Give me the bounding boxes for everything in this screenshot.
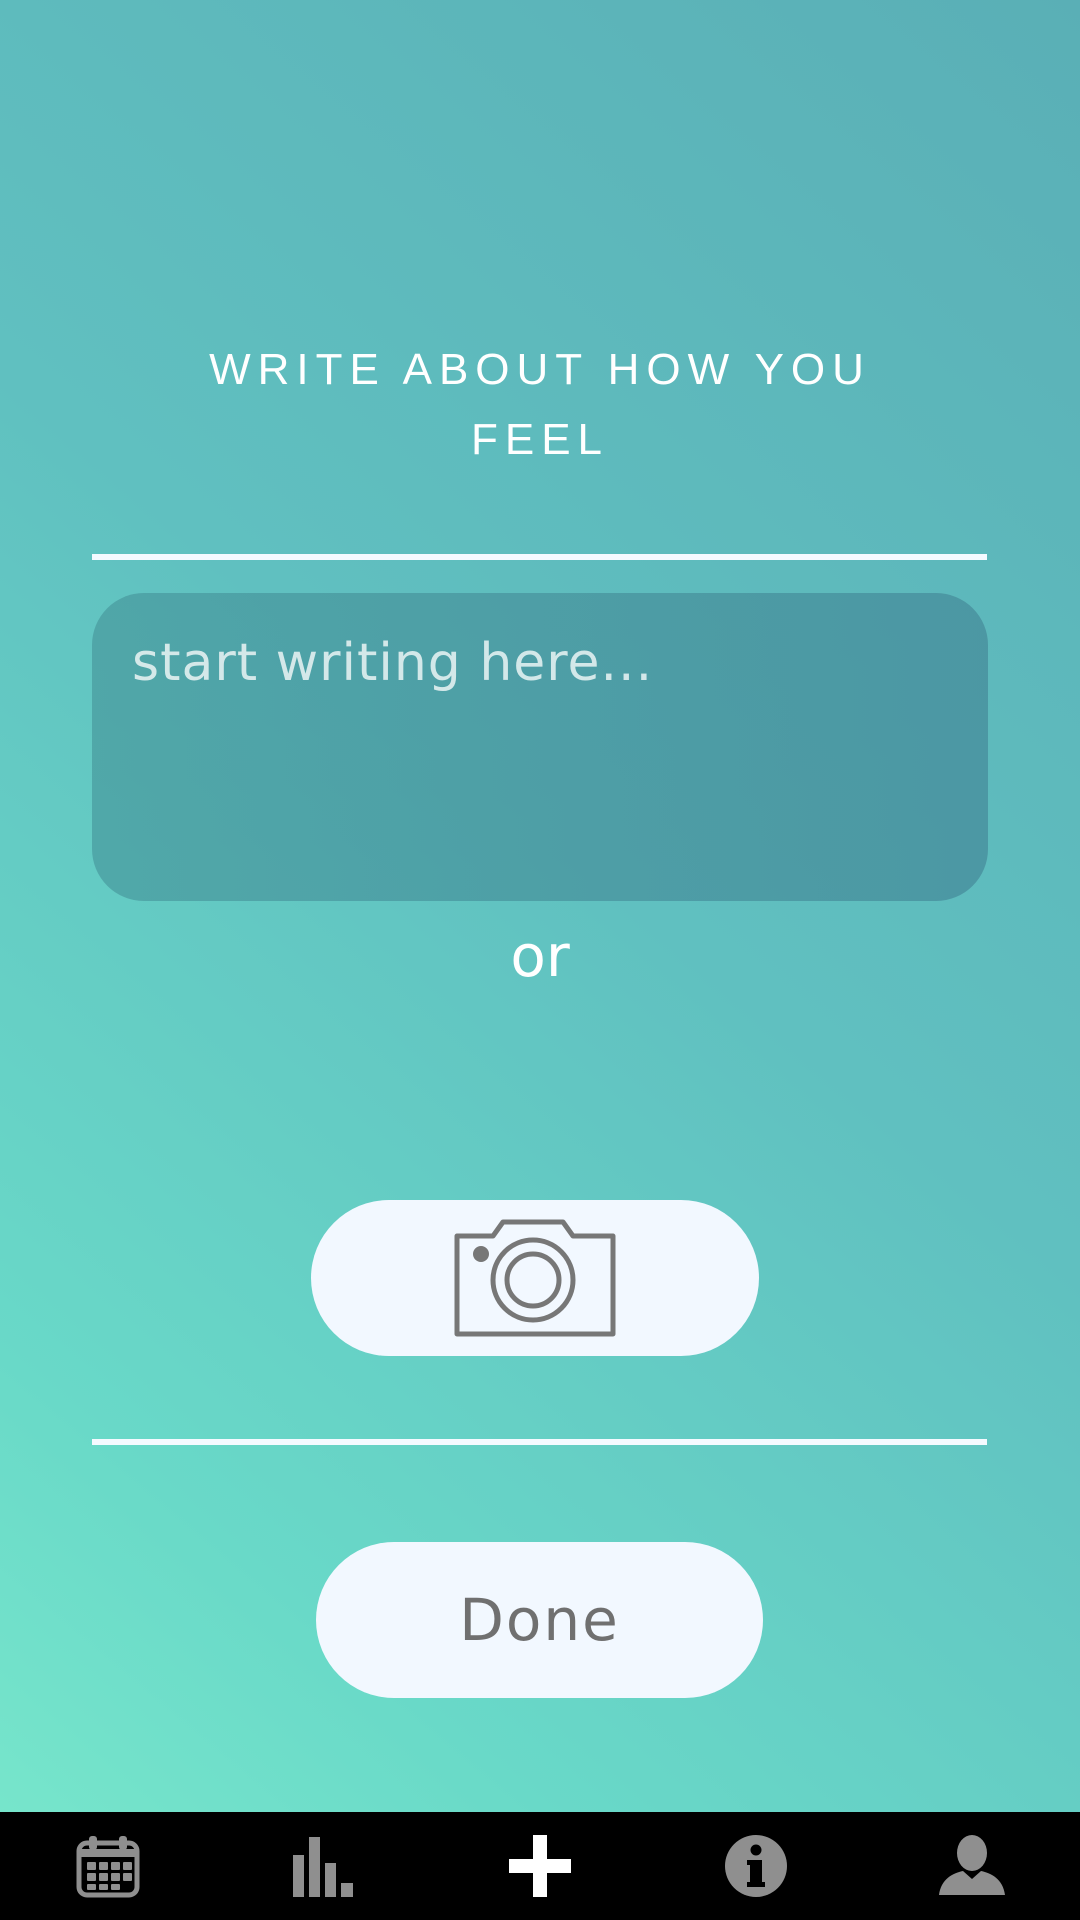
user-icon	[937, 1833, 1007, 1899]
nav-item-stats[interactable]	[264, 1812, 384, 1920]
journal-text-input[interactable]	[132, 633, 948, 861]
bottom-navigation-bar	[0, 1812, 1080, 1920]
nav-item-add[interactable]	[480, 1812, 600, 1920]
nav-item-profile[interactable]	[912, 1812, 1032, 1920]
plus-icon	[507, 1833, 573, 1899]
journal-entry-container	[92, 593, 988, 901]
or-separator-text: or	[510, 922, 570, 990]
bottom-divider	[92, 1439, 987, 1445]
calendar-icon	[75, 1833, 141, 1899]
info-icon	[723, 1833, 789, 1899]
camera-icon	[453, 1218, 617, 1338]
done-button[interactable]: Done	[316, 1542, 763, 1698]
bar-chart-icon	[291, 1833, 357, 1899]
top-divider	[92, 554, 987, 560]
page-heading: WRITE ABOUT HOW YOU FEEL	[209, 345, 871, 464]
nav-item-calendar[interactable]	[48, 1812, 168, 1920]
add-photo-button[interactable]	[311, 1200, 759, 1356]
nav-item-info[interactable]	[696, 1812, 816, 1920]
